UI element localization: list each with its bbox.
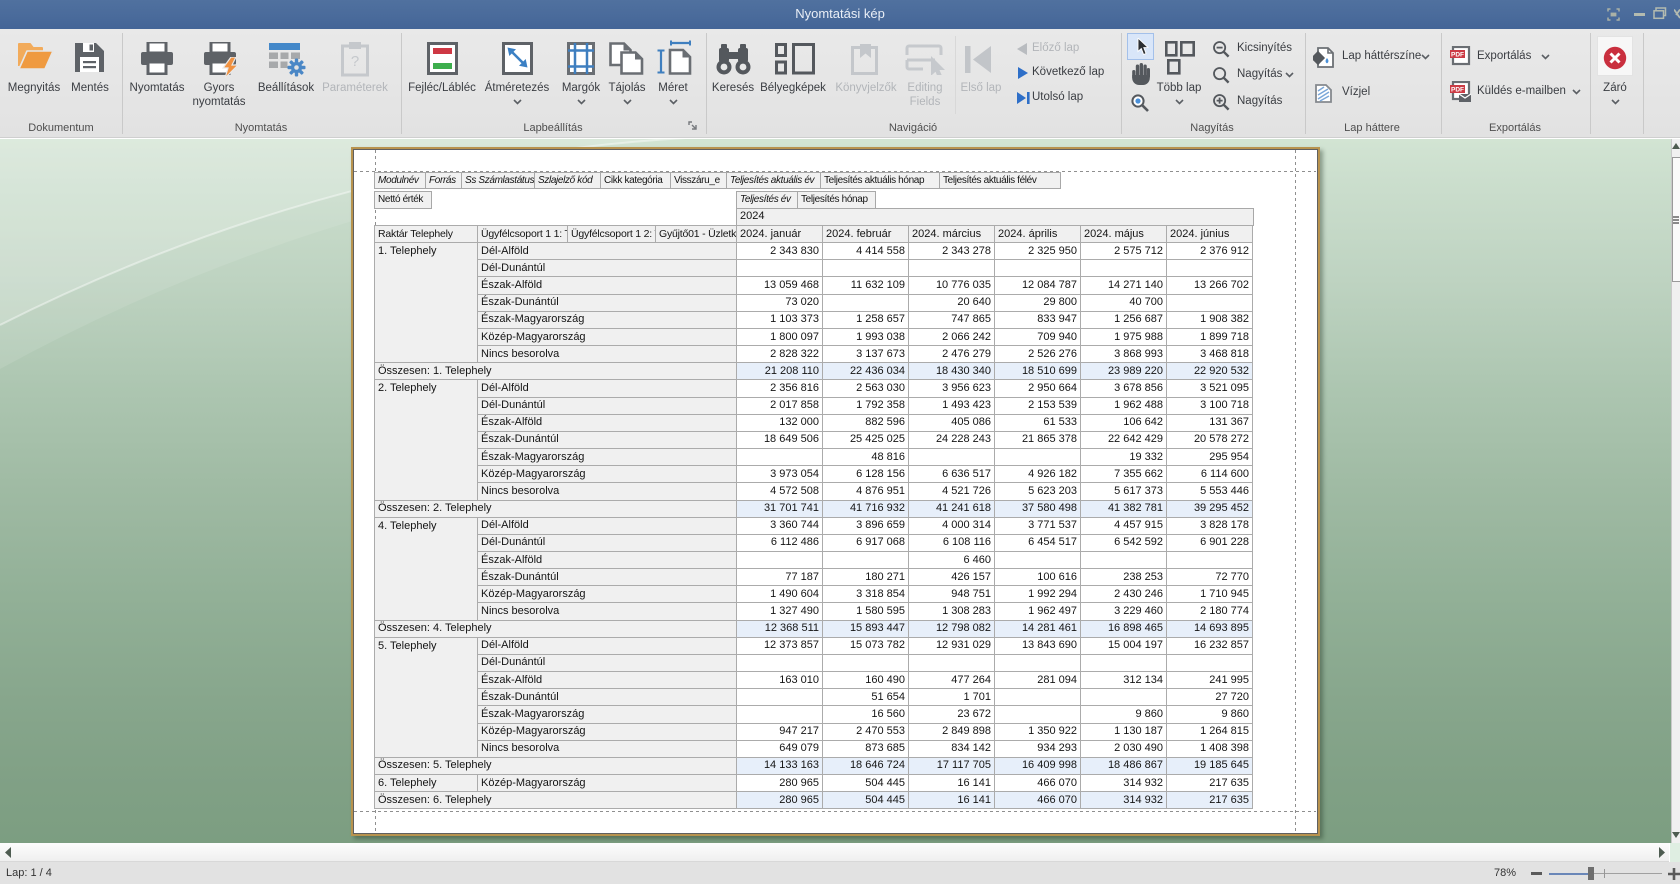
svg-text:PDF: PDF bbox=[1451, 87, 1464, 94]
svg-text:?: ? bbox=[351, 53, 359, 70]
svg-text:PDF: PDF bbox=[1451, 52, 1464, 59]
